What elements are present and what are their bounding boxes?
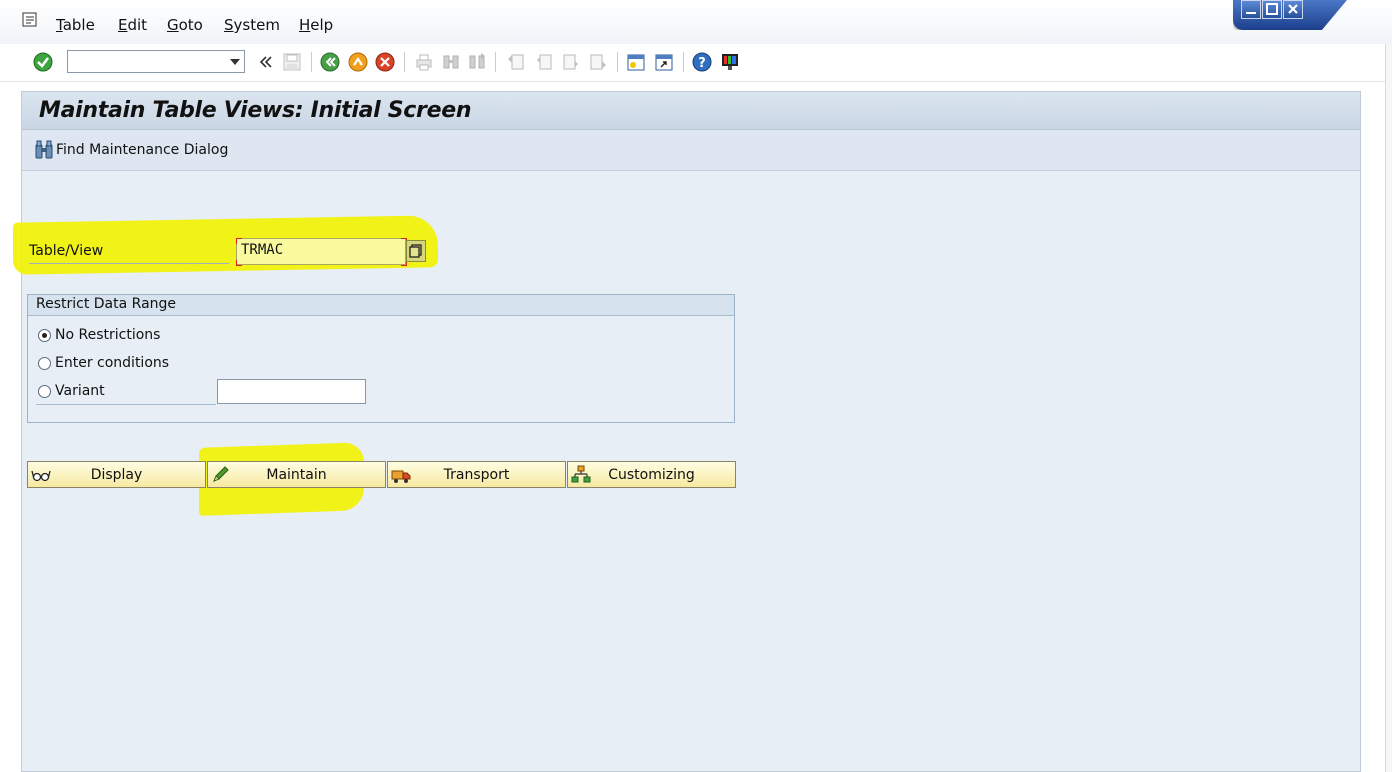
window-controls [1233,0,1347,30]
print-icon [416,54,432,71]
last-page-icon [590,54,606,70]
find-next-icon [469,53,485,69]
group-title-bar: Restrict Data Range [28,295,734,316]
exit-icon[interactable] [348,52,368,72]
menu-edit[interactable]: Edit [118,16,147,34]
find-maintenance-dialog-button[interactable]: Find Maintenance Dialog [35,139,228,161]
find-icon [443,55,459,69]
enter-check-icon[interactable] [33,52,53,72]
radio-label: Variant [55,383,105,399]
table-view-value: TRMAC [241,242,284,258]
back-double-icon[interactable] [256,52,276,72]
minimize-button[interactable] [1241,0,1261,19]
toolbar-separator [311,52,312,72]
title-bar: Maintain Table Views: Initial Screen [22,92,1360,130]
radio-no-restrictions[interactable]: No Restrictions [38,325,160,345]
next-page-icon [563,54,578,70]
toolbar-separator [404,52,405,72]
required-marker [236,238,242,244]
cancel-icon[interactable] [375,52,395,72]
main-screen: Maintain Table Views: Initial Screen Fin… [13,91,1361,772]
shortcut-icon[interactable] [654,52,674,72]
transport-button[interactable]: Transport [387,461,566,488]
first-page-icon [508,54,524,70]
customizing-label: Customizing [608,466,695,483]
maximize-icon [1266,3,1278,15]
radio-label: Enter conditions [55,355,170,371]
maximize-button[interactable] [1262,0,1282,19]
radio-button[interactable] [38,356,51,370]
menu-help[interactable]: Help [299,16,333,34]
help-icon[interactable]: ? [692,52,712,72]
radio-enter-conditions[interactable]: Enter conditions [38,353,169,373]
maintain-label: Maintain [266,466,327,483]
minimize-icon [1246,12,1256,14]
page-title: Maintain Table Views: Initial Screen [39,98,472,123]
menu-goto[interactable]: Goto [167,16,203,34]
pencil-icon [213,466,229,482]
hierarchy-icon [571,465,591,483]
svg-text:?: ? [698,56,706,71]
menu-icon[interactable] [22,12,40,28]
display-button[interactable]: Display [27,461,206,488]
radio-button[interactable] [38,384,51,398]
radio-variant[interactable]: Variant [38,381,105,401]
close-icon [1288,4,1298,14]
toolbar-separator [617,52,618,72]
close-button[interactable] [1283,0,1303,19]
back-icon[interactable] [320,52,340,72]
menu-table[interactable]: Table [56,16,95,34]
table-view-underline [29,263,229,264]
command-field[interactable] [67,50,245,73]
layout-icon[interactable] [720,52,740,72]
variant-input[interactable] [217,379,366,404]
group-title: Restrict Data Range [36,296,177,312]
menu-bar: Table Edit Goto System Help [0,0,1392,44]
radio-label: No Restrictions [55,327,161,343]
truck-icon [391,470,411,483]
maintain-button[interactable]: Maintain [207,461,386,488]
toolbar-separator [495,52,496,72]
find-maintenance-dialog-label: Find Maintenance Dialog [56,142,229,158]
standard-toolbar: ? [0,44,1392,82]
transport-label: Transport [443,466,510,483]
display-label: Display [90,466,143,483]
table-view-label: Table/View [29,243,104,259]
customizing-button[interactable]: Customizing [567,461,736,488]
required-marker [236,260,242,266]
glasses-icon [31,470,51,482]
value-help-icon [409,244,422,258]
prev-page-icon [537,54,552,70]
table-view-input[interactable]: TRMAC [236,238,406,265]
restrict-data-range-group: Restrict Data Range No Restrictions Ente… [27,294,735,423]
menu-system[interactable]: System [224,16,280,34]
binoculars-icon [35,140,53,159]
variant-underline [36,404,216,405]
application-toolbar: Find Maintenance Dialog [22,130,1360,171]
toolbar-separator [683,52,684,72]
new-session-icon[interactable] [626,52,646,72]
chevron-down-icon[interactable] [230,59,240,65]
value-help-button[interactable] [406,240,426,262]
scrollbar[interactable] [1385,44,1392,772]
radio-button-selected[interactable] [38,328,51,342]
save-icon [283,53,301,71]
